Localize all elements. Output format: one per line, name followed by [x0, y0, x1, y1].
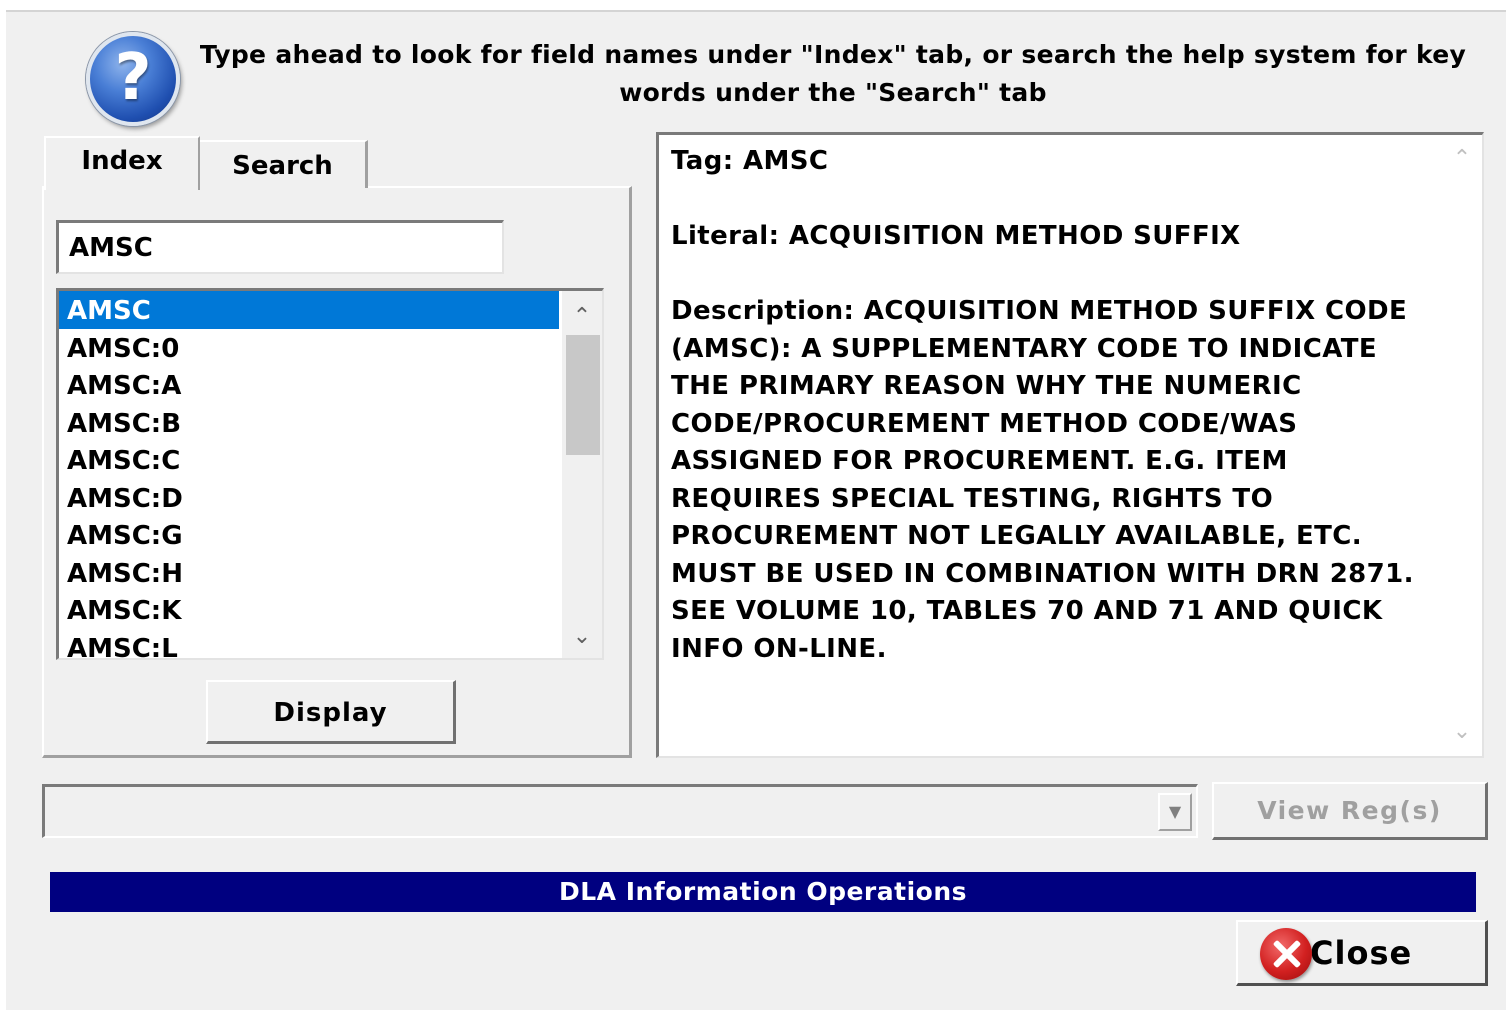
- scroll-down-icon[interactable]: ⌄: [562, 617, 602, 657]
- list-item[interactable]: AMSC: [59, 291, 559, 329]
- scroll-down-icon[interactable]: ⌄: [1442, 712, 1482, 752]
- field-name-list[interactable]: AMSC AMSC:0 AMSC:A AMSC:B AMSC:C AMSC:D …: [56, 288, 604, 660]
- list-item[interactable]: AMSC:B: [59, 404, 559, 442]
- tab-index[interactable]: Index: [44, 136, 200, 190]
- view-regs-button[interactable]: View Reg(s): [1212, 782, 1488, 840]
- scroll-up-icon[interactable]: ⌃: [1442, 139, 1482, 179]
- list-item[interactable]: AMSC:G: [59, 516, 559, 554]
- close-button[interactable]: Close: [1236, 920, 1488, 986]
- detail-scrollbar[interactable]: ⌃ ⌄: [1442, 135, 1482, 756]
- list-item[interactable]: AMSC:K: [59, 591, 559, 629]
- scroll-up-icon[interactable]: ⌃: [562, 297, 602, 337]
- list-item[interactable]: AMSC:L: [59, 629, 559, 658]
- list-scrollbar[interactable]: ⌃ ⌄: [562, 291, 602, 658]
- index-search-input[interactable]: [56, 220, 504, 274]
- list-item[interactable]: AMSC:H: [59, 554, 559, 592]
- detail-pane: Tag: AMSC Literal: ACQUISITION METHOD SU…: [656, 132, 1484, 758]
- scrollbar-thumb[interactable]: [566, 335, 600, 455]
- list-item[interactable]: AMSC:C: [59, 441, 559, 479]
- list-item[interactable]: AMSC:D: [59, 479, 559, 517]
- help-icon: ?: [86, 32, 180, 126]
- close-icon: [1260, 928, 1312, 980]
- detail-description: Description: ACQUISITION METHOD SUFFIX C…: [671, 296, 1414, 664]
- detail-literal: Literal: ACQUISITION METHOD SUFFIX: [671, 221, 1241, 251]
- close-button-label: Close: [1310, 934, 1413, 972]
- list-item[interactable]: AMSC:0: [59, 329, 559, 367]
- display-button[interactable]: Display: [206, 680, 456, 744]
- detail-tag: Tag: AMSC: [671, 146, 829, 176]
- list-item[interactable]: AMSC:A: [59, 366, 559, 404]
- regulations-dropdown[interactable]: ▼: [42, 784, 1198, 838]
- footer-banner: DLA Information Operations: [50, 872, 1476, 912]
- tab-search[interactable]: Search: [200, 140, 368, 188]
- dropdown-arrow-icon[interactable]: ▼: [1158, 793, 1192, 831]
- instructions-text: Type ahead to look for field names under…: [199, 40, 1467, 107]
